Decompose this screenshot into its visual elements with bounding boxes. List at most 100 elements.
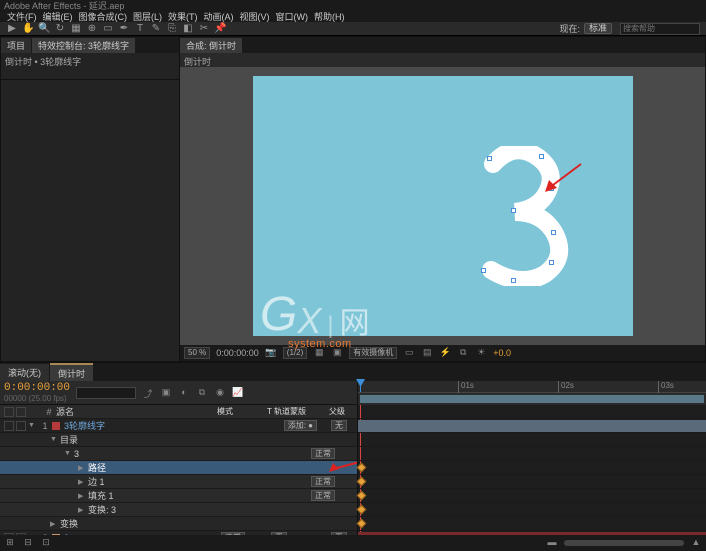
help-search-input[interactable]	[620, 23, 700, 35]
comp-flowchart-icon[interactable]: ⤴	[142, 387, 154, 399]
transform-shape-property[interactable]: ▶ 变换: 3	[0, 503, 357, 517]
time-ruler[interactable]: 01s 02s 03s	[358, 381, 706, 393]
viewer-tab[interactable]: 合成: 倒计时	[180, 38, 242, 53]
layer-name[interactable]: 3轮廓线字	[64, 419, 280, 432]
bezier-anchor-icon[interactable]	[511, 278, 516, 283]
workspace-dropdown[interactable]: 标准	[584, 23, 612, 34]
zoom-tool-icon[interactable]: 🔍	[38, 23, 50, 35]
blend-mode-dropdown[interactable]: 正常	[311, 490, 335, 501]
toggle-switches-icon[interactable]: ⊞	[4, 537, 16, 549]
menu-view[interactable]: 视图(V)	[237, 10, 273, 23]
puppet-tool-icon[interactable]: 📌	[214, 23, 226, 35]
toggle-modes-icon[interactable]: ⊟	[22, 537, 34, 549]
timeline-tracks[interactable]	[358, 405, 706, 535]
keyframe-icon[interactable]	[357, 491, 367, 501]
lock-column-icon[interactable]	[16, 407, 26, 417]
frame-blend-icon[interactable]: ⧉	[196, 387, 208, 399]
menu-edit[interactable]: 编辑(E)	[40, 10, 76, 23]
draft3d-icon[interactable]: ▣	[160, 387, 172, 399]
exposure-icon[interactable]: ☀	[475, 347, 487, 359]
resolution-dropdown[interactable]: (1/2)	[283, 347, 307, 359]
blend-mode-dropdown[interactable]: 正常	[311, 476, 335, 487]
shape-tool-icon[interactable]: ▭	[102, 23, 114, 35]
zoom-out-icon[interactable]: ▬	[546, 537, 558, 549]
zoom-dropdown[interactable]: 50 %	[184, 347, 210, 359]
timeline-tab-1[interactable]: 倒计时	[50, 363, 93, 382]
text-tool-icon[interactable]: T	[134, 23, 146, 35]
menu-effect[interactable]: 效果(T)	[165, 10, 201, 23]
tab-project[interactable]: 项目	[1, 38, 31, 53]
mask-icon[interactable]: ▣	[331, 347, 343, 359]
zoom-in-icon[interactable]: ▲	[690, 537, 702, 549]
graph-editor-icon[interactable]: 📈	[232, 387, 244, 399]
twirl-icon[interactable]: ▼	[50, 436, 60, 443]
pixel-aspect-icon[interactable]: ▤	[421, 347, 433, 359]
layer-search-input[interactable]	[76, 387, 136, 399]
menu-window[interactable]: 窗口(W)	[273, 10, 312, 23]
menu-animation[interactable]: 动画(A)	[201, 10, 237, 23]
current-timecode[interactable]: 0:00:00:00	[4, 382, 70, 394]
twirl-icon[interactable]: ▶	[50, 520, 60, 528]
bezier-anchor-icon[interactable]	[551, 230, 556, 235]
brush-tool-icon[interactable]: ✎	[150, 23, 162, 35]
keyframe-icon[interactable]	[357, 505, 367, 515]
path-property[interactable]: ▶ 路径	[0, 461, 357, 475]
keyframe-icon[interactable]	[357, 519, 367, 529]
grid-icon[interactable]: ▦	[313, 347, 325, 359]
fill-property[interactable]: ▶ 填充 1 正常	[0, 489, 357, 503]
twirl-icon[interactable]: ▼	[64, 450, 74, 457]
visibility-toggle[interactable]	[4, 421, 14, 431]
layer-row[interactable]: ▼ 1 3轮廓线字 添加: ● 无	[0, 419, 357, 433]
pen-tool-icon[interactable]: ✒	[118, 23, 130, 35]
twirl-icon[interactable]: ▶	[78, 492, 88, 500]
fast-preview-icon[interactable]: ⚡	[439, 347, 451, 359]
stroke-property[interactable]: ▶ 边 1 正常	[0, 475, 357, 489]
contents-group[interactable]: ▼ 目录	[0, 433, 357, 447]
bezier-anchor-icon[interactable]	[487, 156, 492, 161]
shy-icon[interactable]: ◐	[178, 387, 190, 399]
bezier-anchor-icon[interactable]	[539, 154, 544, 159]
keyframe-icon[interactable]	[357, 463, 367, 473]
bezier-anchor-icon[interactable]	[511, 208, 516, 213]
parent-dropdown[interactable]: 无	[331, 420, 347, 431]
transform-group[interactable]: ▶ 变换	[0, 517, 357, 531]
menu-help[interactable]: 帮助(H)	[311, 10, 348, 23]
exposure-value[interactable]: +0.0	[493, 348, 511, 358]
twirl-icon[interactable]: ▶	[78, 478, 88, 486]
work-area-bar[interactable]	[358, 393, 706, 405]
menu-layer[interactable]: 图层(L)	[130, 10, 165, 23]
stamp-tool-icon[interactable]: ⎘	[166, 23, 178, 35]
camera-tool-icon[interactable]: ▦	[70, 23, 82, 35]
anchor-tool-icon[interactable]: ⊕	[86, 23, 98, 35]
current-time-indicator[interactable]	[360, 381, 361, 392]
bezier-anchor-icon[interactable]	[549, 186, 554, 191]
lock-toggle[interactable]	[16, 421, 26, 431]
layer-color-icon[interactable]	[52, 422, 60, 430]
selection-tool-icon[interactable]: ▶	[6, 23, 18, 35]
viewer-time[interactable]: 0:00:00:00	[216, 348, 259, 358]
timeline-tab-0[interactable]: 滚动(无)	[0, 364, 49, 381]
menu-composition[interactable]: 图像合成(C)	[76, 10, 131, 23]
twirl-icon[interactable]: ▼	[28, 422, 38, 429]
shape-layer-3[interactable]	[473, 146, 573, 286]
view-layout-icon[interactable]: ▭	[403, 347, 415, 359]
add-dropdown[interactable]: 添加: ●	[284, 420, 317, 431]
timeline-icon[interactable]: ⧉	[457, 347, 469, 359]
viewer-canvas-wrap[interactable]: GX|网 system.com	[180, 67, 705, 345]
motion-blur-icon[interactable]: ◉	[214, 387, 226, 399]
bezier-anchor-icon[interactable]	[549, 260, 554, 265]
viewer-subtab[interactable]: 倒计时	[184, 57, 211, 67]
toggle-parent-icon[interactable]: ⊡	[40, 537, 52, 549]
rotate-tool-icon[interactable]: ↻	[54, 23, 66, 35]
snapshot-icon[interactable]: 📷	[265, 347, 277, 359]
tab-effect-controls[interactable]: 特效控制台: 3轮廓线字	[32, 38, 135, 53]
camera-dropdown[interactable]: 有效摄像机	[349, 347, 397, 359]
twirl-icon[interactable]: ▶	[78, 506, 88, 514]
bezier-anchor-icon[interactable]	[481, 268, 486, 273]
hand-tool-icon[interactable]: ✋	[22, 23, 34, 35]
keyframe-icon[interactable]	[357, 477, 367, 487]
project-item-path[interactable]: 倒计时 • 3轮廓线字	[5, 57, 81, 67]
roto-tool-icon[interactable]: ✂	[198, 23, 210, 35]
eye-column-icon[interactable]	[4, 407, 14, 417]
shape-group[interactable]: ▼ 3 正常	[0, 447, 357, 461]
